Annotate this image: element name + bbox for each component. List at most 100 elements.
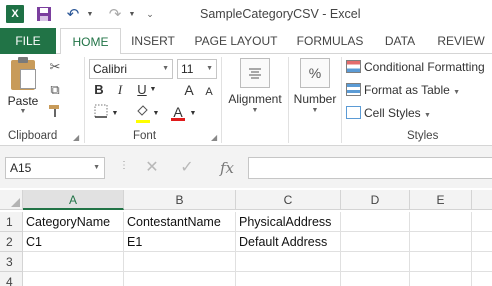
undo-dropdown-icon[interactable]: ▼ xyxy=(86,5,94,23)
tab-insert[interactable]: INSERT xyxy=(126,28,180,54)
paste-icon xyxy=(11,57,36,90)
cell-c4[interactable] xyxy=(236,272,341,286)
format-as-table-label: Format as Table xyxy=(364,83,450,97)
paste-button[interactable]: Paste ▼ xyxy=(4,57,42,118)
chevron-down-icon: ▼ xyxy=(162,65,169,72)
tab-data[interactable]: DATA xyxy=(378,28,422,54)
font-color-button[interactable]: A xyxy=(169,102,187,122)
column-header-c[interactable]: C xyxy=(236,190,341,210)
enter-icon[interactable]: ✓ xyxy=(176,158,198,178)
cell-f2[interactable] xyxy=(472,232,492,252)
cell-d3[interactable] xyxy=(341,252,410,272)
row-header[interactable]: 1 xyxy=(0,212,23,232)
font-color-swatch xyxy=(171,118,185,121)
tab-file[interactable]: FILE xyxy=(0,28,56,54)
cell-d4[interactable] xyxy=(341,272,410,286)
cell-d1[interactable] xyxy=(341,212,410,232)
tab-review[interactable]: REVIEW xyxy=(432,28,490,54)
name-box-value: A15 xyxy=(10,161,32,175)
row-header[interactable]: 2 xyxy=(0,232,23,252)
italic-button[interactable]: I xyxy=(113,80,127,100)
redo-dropdown-icon[interactable]: ▼ xyxy=(128,5,136,23)
clipboard-launcher-icon[interactable]: ◢ xyxy=(73,133,79,142)
cell-d2[interactable] xyxy=(341,232,410,252)
cell-f3[interactable] xyxy=(472,252,492,272)
group-divider xyxy=(84,57,85,143)
font-size-select[interactable]: 11 ▼ xyxy=(177,59,217,79)
cell-styles-button[interactable]: Cell Styles ▼ xyxy=(346,103,431,123)
row-header[interactable]: 3 xyxy=(0,252,23,272)
underline-dropdown-icon[interactable]: ▼ xyxy=(149,80,157,100)
alignment-dropdown-icon: ▼ xyxy=(251,107,259,114)
cell-styles-dropdown-icon: ▼ xyxy=(424,112,431,119)
save-icon[interactable] xyxy=(36,5,52,23)
cell-a1[interactable]: CategoryName xyxy=(23,212,124,232)
copy-icon[interactable]: ⧉ xyxy=(46,81,64,99)
cell-c3[interactable] xyxy=(236,252,341,272)
alignment-icon xyxy=(240,58,270,88)
font-name-select[interactable]: Calibri ▼ xyxy=(89,59,173,79)
underline-button[interactable]: U xyxy=(135,80,149,100)
select-all-button[interactable] xyxy=(0,190,23,210)
alignment-button[interactable]: Alignment ▼ xyxy=(226,58,284,116)
insert-function-button[interactable]: fx xyxy=(215,158,239,178)
customize-qat-icon[interactable]: ⌄ xyxy=(146,5,154,23)
undo-icon[interactable]: ↶ xyxy=(64,5,82,23)
group-divider xyxy=(288,57,289,143)
format-as-table-icon xyxy=(346,83,361,96)
cut-icon[interactable]: ✂ xyxy=(46,58,64,76)
cell-e1[interactable] xyxy=(410,212,472,232)
font-launcher-icon[interactable]: ◢ xyxy=(211,133,217,142)
cell-e4[interactable] xyxy=(410,272,472,286)
column-header-a[interactable]: A xyxy=(23,190,124,210)
fill-color-icon[interactable] xyxy=(134,104,152,124)
column-header-d[interactable]: D xyxy=(341,190,410,210)
cell-e3[interactable] xyxy=(410,252,472,272)
cell-e2[interactable] xyxy=(410,232,472,252)
decrease-font-size-button[interactable]: A xyxy=(203,82,215,102)
conditional-formatting-label: Conditional Formatting xyxy=(364,60,485,74)
font-size-value: 11 xyxy=(181,62,194,76)
tab-page-layout[interactable]: PAGE LAYOUT xyxy=(190,28,282,54)
tab-formulas[interactable]: FORMULAS xyxy=(292,28,368,54)
increase-font-size-button[interactable]: A xyxy=(182,80,196,100)
cell-a4[interactable] xyxy=(23,272,124,286)
redo-icon[interactable]: ↷ xyxy=(106,5,124,23)
chevron-down-icon: ▼ xyxy=(93,164,100,171)
column-header-e[interactable]: E xyxy=(410,190,472,210)
cell-b2[interactable]: E1 xyxy=(124,232,236,252)
format-painter-icon[interactable] xyxy=(46,104,64,122)
formula-bar-grip-icon[interactable]: ⋮ xyxy=(119,160,129,171)
bold-button[interactable]: B xyxy=(91,80,107,100)
styles-group-label: Styles xyxy=(407,130,439,142)
name-box[interactable]: A15 ▼ xyxy=(5,157,105,179)
cell-a2[interactable]: C1 xyxy=(23,232,124,252)
cell-b3[interactable] xyxy=(124,252,236,272)
cell-b4[interactable] xyxy=(124,272,236,286)
font-color-dropdown-icon[interactable]: ▼ xyxy=(189,104,197,124)
formula-input[interactable] xyxy=(248,157,492,179)
cell-f4[interactable] xyxy=(472,272,492,286)
borders-icon[interactable] xyxy=(92,104,110,124)
row-header[interactable]: 4 xyxy=(0,272,23,286)
column-header-f[interactable] xyxy=(472,190,492,210)
title-bar: X ↶ ▼ ↷ ▼ ⌄ SampleCategoryCSV - Excel xyxy=(0,0,492,28)
cell-c2[interactable]: Default Address xyxy=(236,232,341,252)
cell-a3[interactable] xyxy=(23,252,124,272)
worksheet-grid[interactable]: A B C D E 1 CategoryName ContestantName … xyxy=(0,190,492,286)
font-name-value: Calibri xyxy=(93,62,128,76)
fill-color-dropdown-icon[interactable]: ▼ xyxy=(152,104,160,124)
paste-dropdown-icon[interactable]: ▼ xyxy=(4,108,42,116)
formula-bar: A15 ▼ ⋮ ✕ ✓ fx xyxy=(0,146,492,188)
cell-f1[interactable] xyxy=(472,212,492,232)
format-as-table-button[interactable]: Format as Table ▼ xyxy=(346,80,460,100)
conditional-formatting-button[interactable]: Conditional Formatting xyxy=(346,57,485,77)
window-title: SampleCategoryCSV - Excel xyxy=(200,7,361,21)
cell-b1[interactable]: ContestantName xyxy=(124,212,236,232)
cancel-icon[interactable]: ✕ xyxy=(141,158,163,178)
number-button[interactable]: % Number ▼ xyxy=(292,58,338,116)
borders-dropdown-icon[interactable]: ▼ xyxy=(111,104,119,124)
column-header-b[interactable]: B xyxy=(124,190,236,210)
cell-c1[interactable]: PhysicalAddress xyxy=(236,212,341,232)
tab-home[interactable]: HOME xyxy=(60,28,121,55)
